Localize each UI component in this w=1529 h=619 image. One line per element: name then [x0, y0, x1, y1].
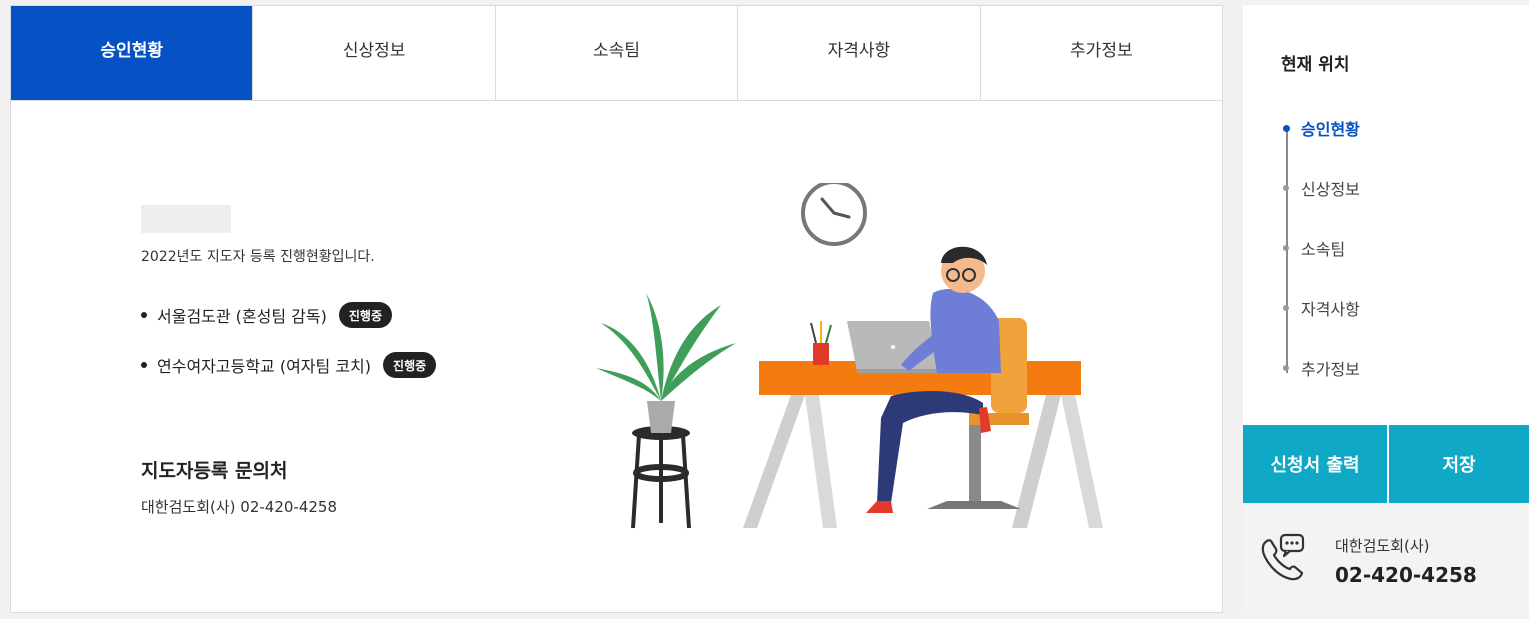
bullet-icon — [141, 362, 147, 368]
location-item-team[interactable]: 소속팀 — [1273, 233, 1360, 263]
save-button[interactable]: 저장 — [1389, 425, 1529, 503]
bullet-icon — [141, 312, 147, 318]
location-item-approval-status[interactable]: 승인현황 — [1273, 113, 1360, 143]
location-title: 현재 위치 — [1281, 55, 1350, 75]
office-worker-illustration — [596, 183, 1103, 529]
location-dot — [1283, 185, 1289, 191]
tab-additional-info[interactable]: 추가정보 — [980, 6, 1223, 100]
contact-box: 대한검도회(사) 02-420-4258 — [1243, 503, 1529, 613]
status-badge: 진행중 — [383, 352, 437, 378]
tab-approval-status[interactable]: 승인현황 — [11, 6, 254, 100]
location-item-label: 신상정보 — [1301, 180, 1360, 199]
potted-plant — [596, 293, 736, 433]
location-item-additional-info[interactable]: 추가정보 — [1273, 353, 1360, 383]
contact-org: 대한검도회(사) — [1335, 537, 1430, 555]
location-dot — [1283, 124, 1290, 132]
desk — [743, 361, 1103, 528]
side-panel: 현재 위치 승인현황 신상정보 소속팀 자격사항 추가정보 신청서 출력 저장 — [1243, 5, 1529, 613]
tab-personal-info[interactable]: 신상정보 — [253, 6, 496, 100]
contact-title: 지도자등록 문의처 — [141, 460, 288, 482]
tab-qualifications[interactable]: 자격사항 — [738, 6, 981, 100]
location-item-label: 자격사항 — [1301, 300, 1360, 319]
main-panel: 승인현황 신상정보 소속팀 자격사항 추가정보 2022년도 지도자 등록 진행… — [10, 5, 1223, 613]
user-name-placeholder — [141, 205, 231, 233]
location-item-label: 추가정보 — [1301, 360, 1360, 379]
list-item: 연수여자고등학교 (여자팀 코치) 진행중 — [141, 351, 437, 379]
status-item-text: 연수여자고등학교 (여자팀 코치) — [157, 357, 372, 376]
location-item-label: 소속팀 — [1301, 240, 1346, 259]
contact-text: 대한검도회(사) 02-420-4258 — [141, 498, 337, 516]
location-item-label: 승인현황 — [1301, 120, 1360, 139]
tab-bar: 승인현황 신상정보 소속팀 자격사항 추가정보 — [11, 6, 1223, 101]
tab-team[interactable]: 소속팀 — [495, 6, 739, 100]
intro-text: 2022년도 지도자 등록 진행현황입니다. — [141, 249, 375, 265]
location-dot — [1283, 245, 1289, 251]
list-item: 서울검도관 (혼성팀 감독) 진행중 — [141, 301, 436, 329]
status-badge: 진행중 — [338, 302, 392, 328]
location-nav: 승인현황 신상정보 소속팀 자격사항 추가정보 — [1273, 113, 1360, 413]
contact-phone: 02-420-4258 — [1335, 563, 1477, 587]
plant-stand — [631, 426, 691, 529]
clock-icon — [801, 183, 867, 246]
location-dot — [1283, 305, 1289, 311]
print-application-button[interactable]: 신청서 출력 — [1243, 425, 1389, 503]
location-dot — [1283, 365, 1289, 371]
location-item-qualifications[interactable]: 자격사항 — [1273, 293, 1360, 323]
action-bar: 신청서 출력 저장 — [1243, 425, 1529, 503]
location-item-personal-info[interactable]: 신상정보 — [1273, 173, 1360, 203]
approval-content: 2022년도 지도자 등록 진행현황입니다. 서울검도관 (혼성팀 감독) 진행… — [11, 101, 1222, 613]
pencil-cup — [810, 321, 832, 365]
phone-chat-icon — [1261, 533, 1305, 581]
status-item-text: 서울검도관 (혼성팀 감독) — [157, 307, 327, 326]
registration-status-list: 서울검도관 (혼성팀 감독) 진행중 연수여자고등학교 (여자팀 코치) 진행중 — [141, 301, 437, 401]
